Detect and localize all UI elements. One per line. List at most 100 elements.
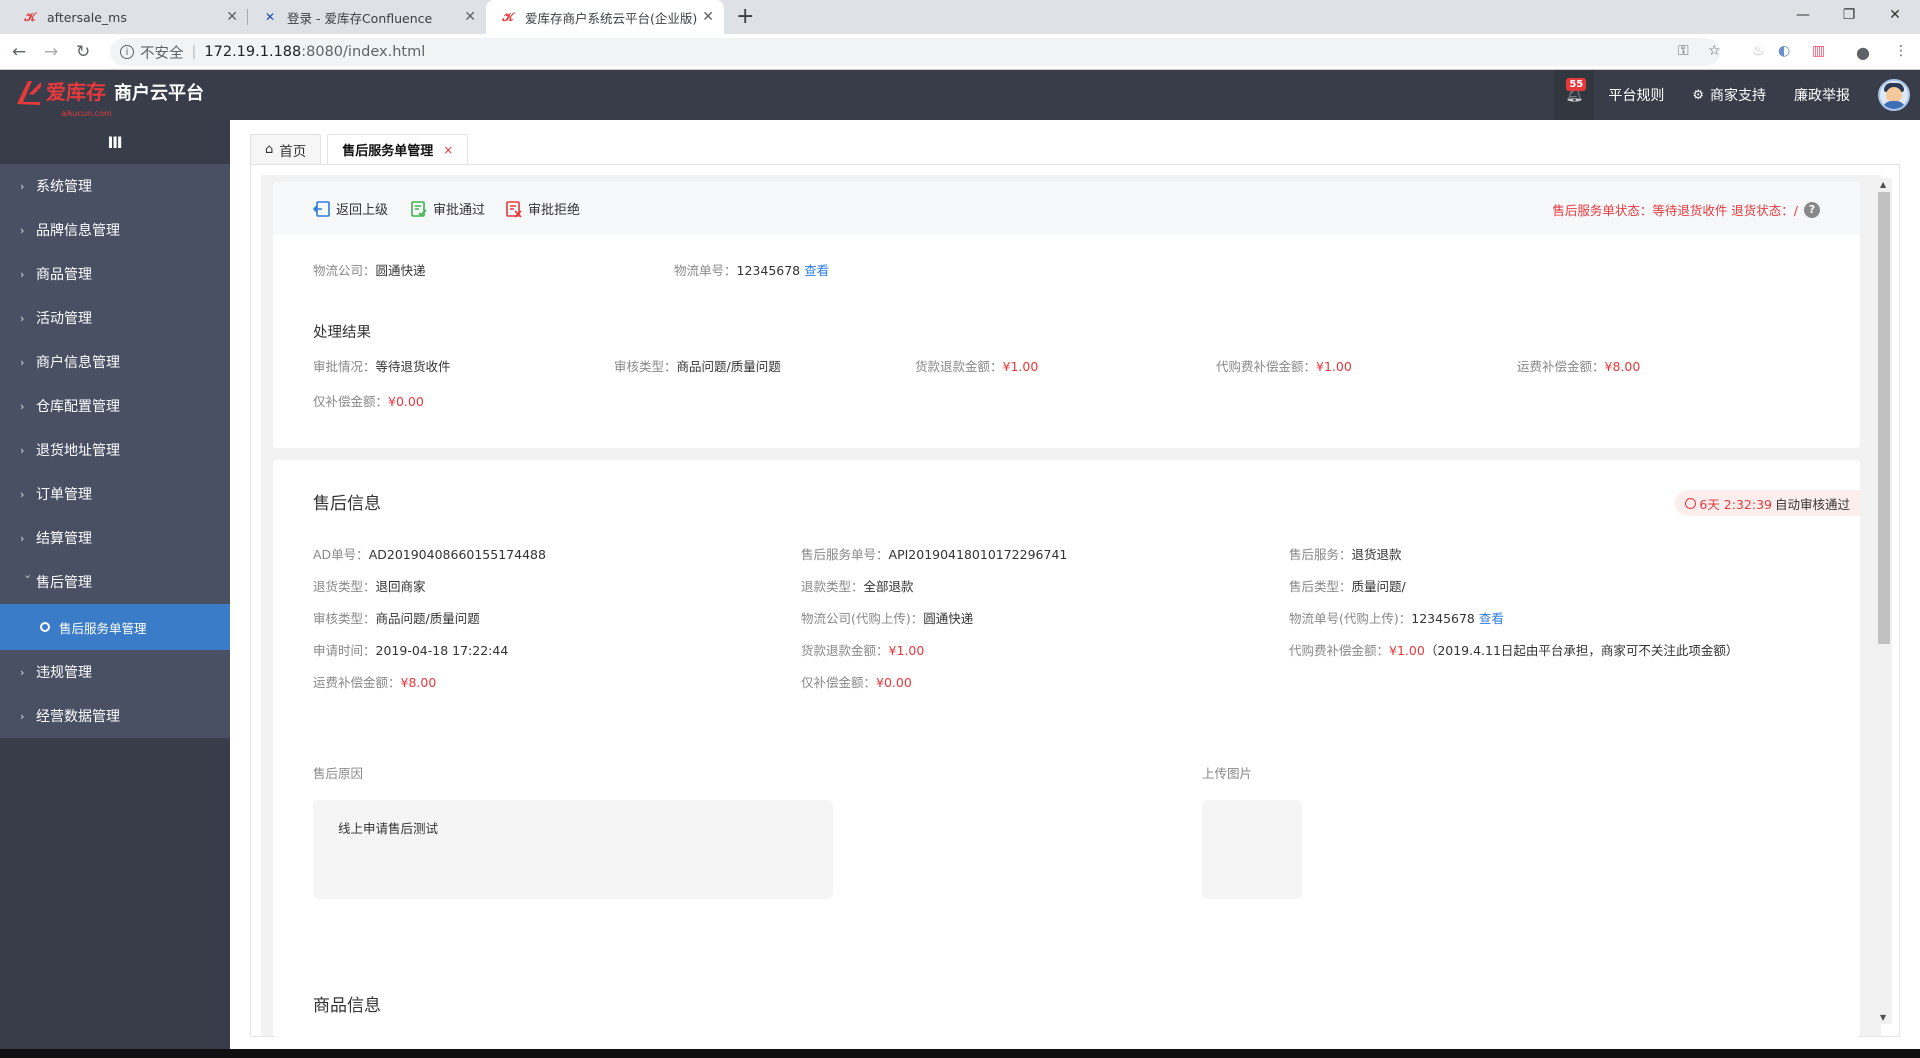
- sidebar-item-activity[interactable]: › 活动管理: [0, 296, 230, 340]
- menu-icon[interactable]: ⋮: [1894, 43, 1908, 59]
- minimize-icon[interactable]: —: [1780, 0, 1826, 30]
- avatar[interactable]: [1878, 79, 1910, 111]
- reload-icon[interactable]: ↻: [76, 42, 90, 62]
- tab-home[interactable]: ⌂ 首页: [250, 134, 322, 164]
- platform-rules-link[interactable]: 平台规则: [1608, 85, 1664, 105]
- back-arrow-icon[interactable]: ←: [12, 42, 26, 62]
- browser-tab-merchant[interactable]: 𝒦 爱库存商户系统云平台(企业版) ✕: [486, 0, 724, 34]
- sidebar-item-brand[interactable]: › 品牌信息管理: [0, 208, 230, 252]
- reject-label: 审批拒绝: [528, 203, 581, 218]
- scroll-up-icon[interactable]: ▲: [1880, 180, 1886, 189]
- field-value: 2019-04-18 17:22:44: [375, 643, 509, 658]
- timer-suffix: 自动审核通过: [1774, 496, 1850, 512]
- close-window-icon[interactable]: ✕: [1872, 0, 1918, 30]
- goods-title: 商品信息: [313, 996, 381, 1016]
- sidebar-item-goods[interactable]: › 商品管理: [0, 252, 230, 296]
- link-label: 平台规则: [1608, 88, 1665, 104]
- chevron-right-icon: ›: [20, 355, 25, 369]
- key-icon[interactable]: ⚿: [1678, 43, 1689, 59]
- sidebar: Ⅲ › 系统管理 › 品牌信息管理 › 商品管理 › 活动管理 › 商户信息管理 › 仓库配…: [0, 120, 230, 1058]
- field-label: 物流公司(代购上传)：: [801, 611, 924, 626]
- header-actions: 🔔︎ 55 平台规则 ⚙ 商家支持 廉政举报: [1554, 70, 1920, 120]
- field-value: ¥0.00: [388, 394, 424, 409]
- service-order-number: 售后服务单号：API20190418010172296741: [801, 544, 1067, 563]
- help-icon[interactable]: ?: [1804, 201, 1820, 218]
- browser-tab-confluence[interactable]: ✕ 登录 - 爱库存Confluence ✕: [248, 0, 486, 34]
- url-input[interactable]: i 不安全 | 172.19.1.188 :8080/index.html: [110, 38, 1720, 66]
- browser-tab-title: 爱库存商户系统云平台(企业版): [525, 10, 698, 26]
- chevron-right-icon: ›: [20, 179, 25, 193]
- field-label: 货款退款金额：: [915, 359, 1003, 374]
- action-toolbar: 返回上级 审批通过 审批拒绝 售后服务单状态：等待退货收件 退货状态：/ ?: [273, 182, 1860, 234]
- sidebar-item-settlement[interactable]: › 结算管理: [0, 516, 230, 560]
- reject-button[interactable]: 审批拒绝: [505, 199, 580, 218]
- chevron-right-icon: ›: [20, 665, 25, 679]
- view-logistics-link[interactable]: 查看: [804, 263, 829, 278]
- chevron-right-icon: ›: [20, 267, 25, 281]
- sidebar-item-violation[interactable]: › 违规管理: [0, 650, 230, 694]
- tab-aftersale-orders[interactable]: 售后服务单管理 ×: [327, 134, 469, 164]
- sidebar-item-aftersale[interactable]: › 售后管理: [0, 560, 230, 604]
- refund-type: 退款类型：全部退款: [801, 576, 914, 595]
- scrollbar-thumb[interactable]: [1878, 192, 1890, 644]
- reason-label: 售后原因: [313, 766, 364, 781]
- merchant-support-link[interactable]: ⚙ 商家支持: [1692, 85, 1766, 105]
- sidebar-item-warehouse[interactable]: › 仓库配置管理: [0, 384, 230, 428]
- field-label: 审批情况：: [313, 359, 376, 374]
- sidebar-subitem-aftersale-orders[interactable]: 售后服务单管理: [0, 604, 230, 650]
- freight-compensation: 运费补偿金额：¥8.00: [313, 672, 436, 691]
- approve-icon: [411, 200, 427, 217]
- field-label: 仅补偿金额：: [801, 675, 877, 690]
- sidebar-item-return-address[interactable]: › 退货地址管理: [0, 428, 230, 472]
- extension-icon[interactable]: ◐: [1778, 43, 1790, 59]
- only-compensation: 仅补偿金额：¥0.00: [801, 672, 912, 691]
- field-label: 售后服务：: [1289, 547, 1352, 562]
- approve-button[interactable]: 审批通过: [410, 199, 485, 218]
- field-label: 退款类型：: [801, 579, 864, 594]
- browser-tab-aftersale[interactable]: 𝒦 aftersale_ms ✕: [8, 0, 248, 34]
- os-taskbar: [0, 1049, 1920, 1058]
- audit-type: 审核类型：商品问题/质量问题: [313, 608, 480, 627]
- profile-icon[interactable]: ●: [1856, 43, 1870, 62]
- sidebar-item-label: 订单管理: [36, 487, 92, 503]
- notification-button[interactable]: 🔔︎ 55: [1554, 70, 1595, 120]
- sidebar-item-label: 售后服务单管理: [59, 620, 147, 636]
- sidebar-item-merchant[interactable]: › 商户信息管理: [0, 340, 230, 384]
- chevron-right-icon: ›: [20, 311, 25, 325]
- view-logistics-link[interactable]: 查看: [1479, 611, 1504, 626]
- sidebar-item-label: 售后管理: [36, 575, 92, 591]
- back-button[interactable]: 返回上级: [313, 199, 388, 218]
- browser-tab-strip: 𝒦 aftersale_ms ✕ ✕ 登录 - 爱库存Confluence ✕ …: [0, 0, 1920, 34]
- content-scrollbar[interactable]: ▲ ▼: [1876, 178, 1892, 1024]
- tab-label: 售后服务单管理: [342, 144, 434, 159]
- extension-icon[interactable]: ▥: [1812, 43, 1825, 59]
- freight-compensation: 运费补偿金额：¥8.00: [1517, 356, 1640, 375]
- close-tab-icon[interactable]: ✕: [226, 9, 238, 25]
- info-icon[interactable]: i: [120, 45, 134, 59]
- close-tab-icon[interactable]: ✕: [464, 9, 476, 25]
- restore-icon[interactable]: ❐: [1826, 0, 1872, 30]
- field-value: ¥1.00: [1316, 359, 1352, 374]
- star-icon[interactable]: ☆: [1708, 43, 1721, 59]
- integrity-report-link[interactable]: 廉政举报: [1794, 85, 1850, 105]
- field-label: 物流单号(代购上传)：: [1289, 611, 1412, 626]
- extension-icon[interactable]: ♨: [1752, 43, 1765, 59]
- forward-arrow-icon[interactable]: →: [44, 42, 58, 62]
- new-tab-button[interactable]: +: [736, 4, 754, 29]
- uploaded-image-placeholder[interactable]: [1202, 800, 1302, 899]
- sidebar-item-system[interactable]: › 系统管理: [0, 164, 230, 208]
- link-label: 廉政举报: [1794, 88, 1850, 104]
- browser-tab-title: 登录 - 爱库存Confluence: [287, 10, 433, 26]
- sidebar-item-business-data[interactable]: › 经营数据管理: [0, 694, 230, 738]
- sidebar-toggle-button[interactable]: Ⅲ: [0, 120, 230, 164]
- page-tabs: ⌂ 首页 售后服务单管理 ×: [250, 134, 474, 164]
- app-header: 爱库存 aikucun.com 商户云平台 🔔︎ 55 平台规则 ⚙ 商家支持 廉…: [0, 70, 1920, 120]
- logo[interactable]: 爱库存 aikucun.com 商户云平台: [14, 78, 204, 118]
- field-label: 代购费补偿金额：: [1289, 643, 1390, 658]
- scroll-down-icon[interactable]: ▼: [1880, 1013, 1886, 1022]
- field-value: API20190418010172296741: [888, 547, 1068, 562]
- logistics-number-uploaded: 物流单号(代购上传)：12345678 查看: [1289, 608, 1504, 627]
- close-icon[interactable]: ×: [443, 143, 453, 157]
- close-tab-icon[interactable]: ✕: [702, 9, 714, 25]
- sidebar-item-orders[interactable]: › 订单管理: [0, 472, 230, 516]
